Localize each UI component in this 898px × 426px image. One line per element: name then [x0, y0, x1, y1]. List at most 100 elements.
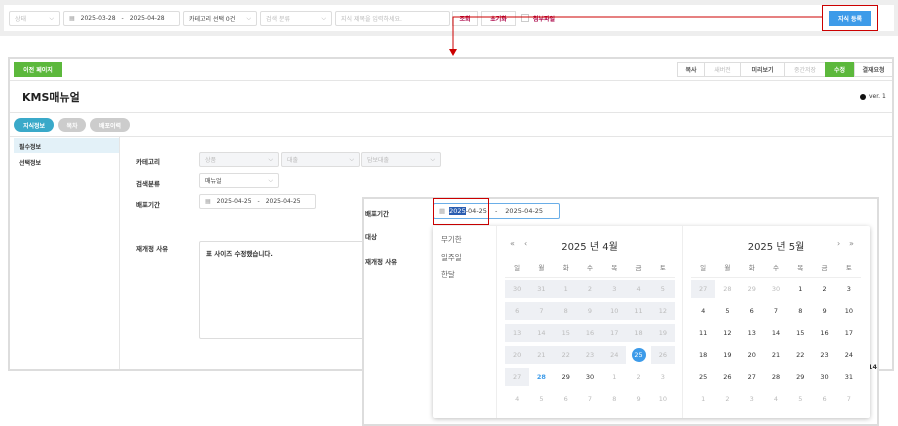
day-cell[interactable]: 4	[691, 302, 715, 320]
day-cell[interactable]: 5	[529, 390, 553, 408]
day-cell[interactable]: 3	[651, 368, 675, 386]
tab-toc[interactable]: 목차	[58, 118, 86, 132]
day-cell[interactable]: 27	[691, 280, 716, 298]
day-cell[interactable]: 18	[626, 324, 651, 342]
day-cell[interactable]: 22	[553, 346, 578, 364]
day-cell[interactable]: 3	[602, 280, 627, 298]
day-cell[interactable]: 25	[626, 346, 650, 364]
preset-one-month[interactable]: 한달	[441, 269, 455, 280]
day-cell[interactable]: 25	[691, 368, 715, 386]
category-select-1[interactable]: 상품 ⌵	[199, 152, 279, 167]
reason-textarea[interactable]: 표 사이즈 수정했습니다.	[199, 241, 369, 339]
day-cell[interactable]: 28	[715, 280, 739, 298]
edit-button[interactable]: 수정	[825, 62, 854, 77]
day-cell[interactable]: 7	[578, 390, 602, 408]
day-cell[interactable]: 30	[812, 368, 836, 386]
sidebar-item-optional[interactable]: 선택정보	[14, 154, 119, 169]
category-select-2[interactable]: 대출 ⌵	[281, 152, 360, 167]
day-cell[interactable]: 1	[602, 368, 626, 386]
preset-unlimited[interactable]: 무기한	[441, 234, 462, 245]
day-cell[interactable]: 22	[788, 346, 812, 364]
day-cell[interactable]: 23	[812, 346, 836, 364]
day-cell[interactable]: 6	[740, 302, 764, 320]
copy-button[interactable]: 복사	[677, 62, 705, 77]
preset-one-week[interactable]: 일주일	[441, 252, 462, 263]
new-version-button[interactable]: 새버전	[704, 62, 741, 77]
day-cell[interactable]: 29	[554, 368, 578, 386]
day-cell[interactable]: 26	[650, 346, 675, 364]
day-cell[interactable]: 14	[764, 324, 788, 342]
search-type-select[interactable]: 매뉴얼 ⌵	[199, 173, 279, 188]
day-cell[interactable]: 13	[740, 324, 764, 342]
day-cell[interactable]: 29	[740, 280, 764, 298]
day-cell[interactable]: 31	[837, 368, 861, 386]
day-cell[interactable]: 24	[602, 346, 627, 364]
day-cell[interactable]: 16	[812, 324, 836, 342]
day-cell[interactable]: 31	[529, 280, 554, 298]
sidebar-item-required[interactable]: 필수정보	[14, 138, 119, 153]
day-cell[interactable]: 9	[812, 302, 836, 320]
day-cell[interactable]: 3	[837, 280, 861, 298]
day-cell[interactable]: 29	[788, 368, 812, 386]
day-cell[interactable]: 20	[505, 346, 530, 364]
day-cell[interactable]: 7	[764, 302, 788, 320]
day-cell[interactable]: 5	[788, 390, 812, 408]
day-cell[interactable]: 8	[602, 390, 626, 408]
day-cell[interactable]: 8	[788, 302, 812, 320]
day-cell[interactable]: 1	[691, 390, 715, 408]
day-cell[interactable]: 19	[715, 346, 739, 364]
day-cell[interactable]: 6	[505, 302, 530, 320]
day-cell[interactable]: 24	[837, 346, 861, 364]
day-cell[interactable]: 4	[626, 280, 651, 298]
day-cell[interactable]: 21	[764, 346, 788, 364]
day-cell[interactable]: 4	[505, 390, 529, 408]
day-cell[interactable]: 4	[764, 390, 788, 408]
day-cell[interactable]: 2	[715, 390, 739, 408]
day-cell[interactable]: 27	[505, 368, 530, 386]
day-cell[interactable]: 1	[788, 280, 812, 298]
day-cell[interactable]: 28	[529, 368, 553, 386]
day-cell[interactable]: 2	[577, 280, 603, 298]
day-cell[interactable]: 1	[553, 280, 578, 298]
day-cell[interactable]: 17	[837, 324, 861, 342]
day-cell[interactable]: 14	[529, 324, 554, 342]
day-cell[interactable]: 13	[505, 324, 530, 342]
day-cell[interactable]: 30	[578, 368, 602, 386]
day-cell[interactable]: 2	[626, 368, 650, 386]
day-cell[interactable]: 11	[626, 302, 651, 320]
preview-button[interactable]: 미리보기	[740, 62, 785, 77]
day-cell[interactable]: 30	[764, 280, 788, 298]
day-cell[interactable]: 8	[553, 302, 578, 320]
day-cell[interactable]: 6	[812, 390, 836, 408]
day-cell[interactable]: 12	[715, 324, 739, 342]
day-cell[interactable]: 27	[740, 368, 764, 386]
day-cell[interactable]: 26	[715, 368, 739, 386]
day-cell[interactable]: 10	[837, 302, 861, 320]
day-cell[interactable]: 2	[812, 280, 836, 298]
day-cell[interactable]: 18	[691, 346, 715, 364]
day-cell[interactable]: 10	[602, 302, 627, 320]
day-cell[interactable]: 3	[740, 390, 764, 408]
day-cell[interactable]: 23	[577, 346, 603, 364]
back-button[interactable]: 이전 페이지	[14, 62, 62, 77]
day-cell[interactable]: 9	[577, 302, 603, 320]
day-cell[interactable]: 19	[650, 324, 675, 342]
day-cell[interactable]: 28	[764, 368, 788, 386]
day-cell[interactable]: 6	[554, 390, 578, 408]
day-cell[interactable]: 9	[626, 390, 650, 408]
day-cell[interactable]: 7	[529, 302, 554, 320]
day-cell[interactable]: 15	[553, 324, 578, 342]
day-cell[interactable]: 16	[577, 324, 603, 342]
day-cell[interactable]: 10	[651, 390, 675, 408]
day-cell[interactable]: 5	[715, 302, 739, 320]
approval-request-button[interactable]: 결재요청	[854, 62, 893, 77]
save-draft-button[interactable]: 중간저장	[784, 62, 826, 77]
category-select-3[interactable]: 담보대출 ⌵	[361, 152, 441, 167]
day-cell[interactable]: 11	[691, 324, 715, 342]
day-cell[interactable]: 15	[788, 324, 812, 342]
tab-knowledge-info[interactable]: 지식정보	[14, 118, 54, 132]
day-cell[interactable]: 7	[837, 390, 861, 408]
tab-deploy-history[interactable]: 배포이력	[90, 118, 130, 132]
day-cell[interactable]: 20	[740, 346, 764, 364]
day-cell[interactable]: 30	[505, 280, 530, 298]
